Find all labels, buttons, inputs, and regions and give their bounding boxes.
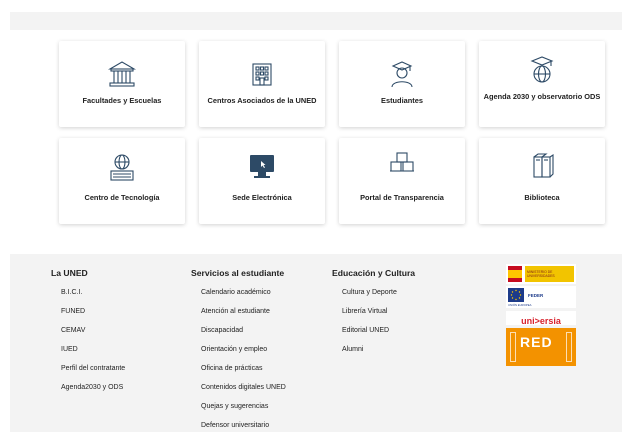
- footer-link-practicas[interactable]: Oficina de prácticas: [201, 365, 286, 384]
- footer-link-orientacion[interactable]: Orientación y empleo: [201, 346, 286, 365]
- card-label: Biblioteca: [524, 193, 560, 202]
- footer-column-title: Educación y Cultura: [332, 268, 416, 278]
- red-decoration-icon: [510, 332, 516, 362]
- card-label: Facultades y Escuelas: [82, 96, 162, 105]
- footer-column-servicios: Servicios al estudiante Calendario acadé…: [191, 268, 286, 441]
- footer: La UNED B.I.C.I. FUNED CEMAV IUED Perfil…: [10, 254, 622, 432]
- footer-link-cemav[interactable]: CEMAV: [61, 327, 125, 346]
- spain-flag-icon: [508, 266, 522, 282]
- universia-label: uni>ersia: [521, 316, 561, 326]
- card-estudiantes[interactable]: Estudiantes: [339, 41, 465, 127]
- footer-link-alumni[interactable]: Alumni: [342, 346, 415, 365]
- globe-graduation-cap-icon: [479, 51, 605, 89]
- books-icon: [479, 148, 605, 186]
- footer-link-quejas[interactable]: Quejas y sugerencias: [201, 403, 286, 422]
- card-label: Portal de Transparencia: [360, 193, 444, 202]
- feder-logo[interactable]: FEDER UNIÓN EUROPEA: [506, 286, 576, 308]
- footer-column-educacion: Educación y Cultura Cultura y Deporte Li…: [332, 268, 415, 365]
- card-portal-transparencia[interactable]: Portal de Transparencia: [339, 138, 465, 224]
- card-label: Centro de Tecnología: [84, 193, 160, 202]
- red-label: RED: [520, 334, 553, 350]
- footer-link-discapacidad[interactable]: Discapacidad: [201, 327, 286, 346]
- office-building-icon: [199, 55, 325, 93]
- universia-logo[interactable]: uni>ersia: [506, 311, 576, 326]
- footer-link-funed[interactable]: FUNED: [61, 308, 125, 327]
- footer-link-bici[interactable]: B.I.C.I.: [61, 289, 125, 308]
- eu-flag-icon: [508, 288, 524, 302]
- monitor-cursor-icon: [199, 148, 325, 186]
- card-biblioteca[interactable]: Biblioteca: [479, 138, 605, 224]
- footer-column-la-uned: La UNED B.I.C.I. FUNED CEMAV IUED Perfil…: [51, 268, 125, 403]
- ministerio-label: MINISTERIO DE UNIVERSIDADES: [525, 266, 574, 282]
- card-label: Estudiantes: [381, 96, 423, 105]
- card-facultades[interactable]: Facultades y Escuelas: [59, 41, 185, 127]
- feder-label: FEDER: [528, 293, 544, 298]
- red-logo[interactable]: RED: [506, 328, 576, 366]
- ministerio-universidades-logo[interactable]: MINISTERIO DE UNIVERSIDADES: [506, 264, 576, 284]
- feder-small-label: UNIÓN EUROPEA: [508, 303, 532, 307]
- footer-link-editorial[interactable]: Editorial UNED: [342, 327, 415, 346]
- footer-link-contenidos[interactable]: Contenidos digitales UNED: [201, 384, 286, 403]
- card-label: Centros Asociados de la UNED: [207, 96, 317, 105]
- footer-link-calendario[interactable]: Calendario académico: [201, 289, 286, 308]
- footer-link-libreria[interactable]: Librería Virtual: [342, 308, 415, 327]
- footer-link-agenda2030[interactable]: Agenda2030 y ODS: [61, 384, 125, 403]
- stacked-boxes-icon: [339, 146, 465, 184]
- footer-column-title: Servicios al estudiante: [191, 268, 285, 278]
- card-centros-asociados[interactable]: Centros Asociados de la UNED: [199, 41, 325, 127]
- graduate-student-icon: [339, 55, 465, 93]
- card-centro-tecnologia[interactable]: Centro de Tecnología: [59, 138, 185, 224]
- computer-globe-icon: [59, 148, 185, 186]
- footer-link-perfil-contratante[interactable]: Perfil del contratante: [61, 365, 125, 384]
- card-label: Agenda 2030 y observatorio ODS: [483, 92, 601, 101]
- card-agenda-2030[interactable]: Agenda 2030 y observatorio ODS: [479, 41, 605, 127]
- red-decoration-icon: [566, 332, 572, 362]
- card-label: Sede Electrónica: [232, 193, 292, 202]
- university-building-icon: [59, 55, 185, 93]
- footer-column-title: La UNED: [51, 268, 88, 278]
- footer-link-atencion[interactable]: Atención al estudiante: [201, 308, 286, 327]
- footer-link-iued[interactable]: IUED: [61, 346, 125, 365]
- top-bar: [10, 12, 622, 30]
- card-sede-electronica[interactable]: Sede Electrónica: [199, 138, 325, 224]
- footer-link-cultura[interactable]: Cultura y Deporte: [342, 289, 415, 308]
